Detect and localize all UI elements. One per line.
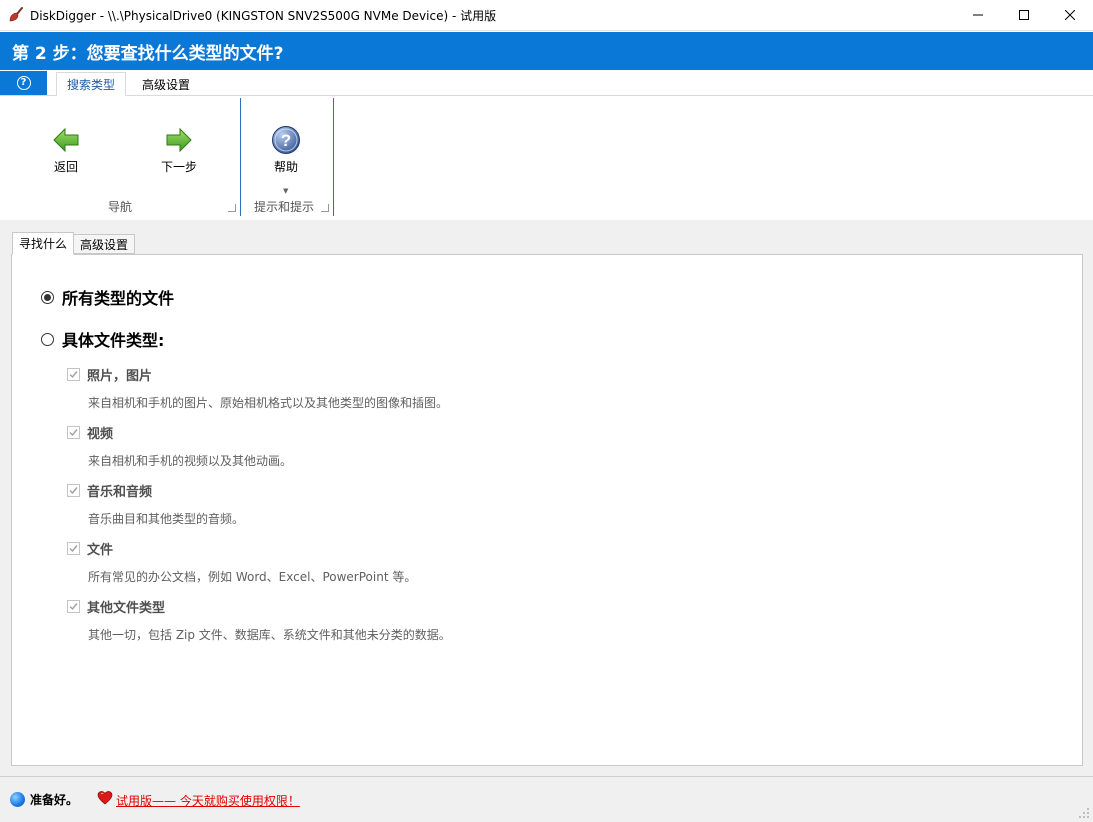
next-arrow-icon [163,124,195,156]
videos-label: 视频 [87,427,114,442]
tab-inner-advanced-settings[interactable]: 高级设置 [73,234,136,254]
file-type-item-other: 其他文件类型 其他一切，包括 Zip 文件、数据库、系统文件和其他未分类的数据。 [67,597,451,643]
svg-text:?: ? [281,131,291,150]
next-label: 下一步 [160,160,197,174]
audio-label: 音乐和音频 [87,485,153,500]
maximize-button[interactable] [1001,0,1047,31]
resize-grip-icon[interactable] [1078,807,1090,819]
heart-icon [97,790,113,806]
file-type-item-videos: 视频 来自相机和手机的视频以及其他动画。 [67,423,292,469]
videos-description: 来自相机和手机的视频以及其他动画。 [88,454,293,468]
ribbon-tab-bar: ? 搜索类型 高级设置 [0,70,1093,97]
other-types-checkbox[interactable] [67,600,80,613]
other-types-description: 其他一切，包括 Zip 文件、数据库、系统文件和其他未分类的数据。 [88,628,451,642]
title-bar: DiskDigger - \\.\PhysicalDrive0 (KINGSTO… [0,0,1093,31]
back-button[interactable]: 返回 [31,124,101,175]
minimize-button[interactable] [955,0,1001,31]
back-label: 返回 [53,160,78,174]
documents-checkbox[interactable] [67,542,80,555]
step-header: 第 2 步：您要查找什么类型的文件? [0,32,1093,70]
main-area: 寻找什么 高级设置 所有类型的文件 具体文件类型: 照片，图片 来自相机和手机的… [0,220,1093,776]
ribbon-separator [333,98,334,216]
videos-checkbox[interactable] [67,426,80,439]
back-arrow-icon [50,124,82,156]
audio-checkbox[interactable] [67,484,80,497]
navigation-dialog-launcher[interactable] [228,204,236,212]
navigation-group-label: 导航 [108,200,133,214]
maximize-icon [1019,9,1029,23]
documents-label: 文件 [87,543,114,558]
hints-group-label: 提示和提示 [254,200,315,214]
status-bar: 准备好。 试用版—— 今天就购买使用权限！ [0,776,1093,822]
close-button[interactable] [1047,0,1093,31]
question-icon: ? [16,76,31,90]
hints-dialog-launcher[interactable] [321,204,329,212]
all-types-option[interactable]: 所有类型的文件 [41,285,174,309]
close-icon [1064,9,1076,23]
other-types-label: 其他文件类型 [87,601,166,616]
photos-description: 来自相机和手机的图片、原始相机格式以及其他类型的图像和插图。 [88,396,449,410]
ribbon-separator [240,98,241,216]
help-question-icon: ? [270,124,302,156]
tab-advanced-settings[interactable]: 高级设置 [132,72,200,97]
audio-description: 音乐曲目和其他类型的音频。 [88,512,245,526]
minimize-icon [973,9,983,23]
photos-label: 照片，图片 [87,369,153,384]
file-type-item-documents: 文件 所有常见的办公文档，例如 Word、Excel、PowerPoint 等。 [67,539,416,585]
step-title: 第 2 步：您要查找什么类型的文件? [12,43,284,64]
help-tab-button[interactable]: ? [0,71,47,95]
help-dropdown-arrow-icon[interactable]: ▼ [283,187,288,195]
file-type-item-audio: 音乐和音频 音乐曲目和其他类型的音频。 [67,481,244,527]
tab-search-type[interactable]: 搜索类型 [56,72,127,97]
specific-types-option[interactable]: 具体文件类型: [41,327,164,351]
all-types-label: 所有类型的文件 [62,289,175,308]
specific-types-radio[interactable] [41,332,54,346]
documents-description: 所有常见的办公文档，例如 Word、Excel、PowerPoint 等。 [88,570,417,584]
window-title: DiskDigger - \\.\PhysicalDrive0 (KINGSTO… [30,8,497,23]
file-type-panel: 所有类型的文件 具体文件类型: 照片，图片 来自相机和手机的图片、原始相机格式以… [11,254,1083,766]
next-button[interactable]: 下一步 [144,124,214,175]
all-types-radio[interactable] [41,290,54,304]
help-label: 帮助 [273,160,298,174]
ribbon-body: 返回 下一步 导航 ? 帮助 ▼ 提示和提示 [0,96,1093,220]
help-button[interactable]: ? 帮助 [251,124,321,175]
status-text: 准备好。 [30,793,79,807]
specific-types-label: 具体文件类型: [62,331,165,350]
status-ready-icon [10,792,25,807]
diskdigger-shovel-icon [8,7,24,23]
file-type-item-photos: 照片，图片 来自相机和手机的图片、原始相机格式以及其他类型的图像和插图。 [67,365,448,411]
photos-checkbox[interactable] [67,368,80,381]
buy-license-link[interactable]: 试用版—— 今天就购买使用权限！ [116,792,300,809]
tab-what-to-find[interactable]: 寻找什么 [12,232,75,255]
